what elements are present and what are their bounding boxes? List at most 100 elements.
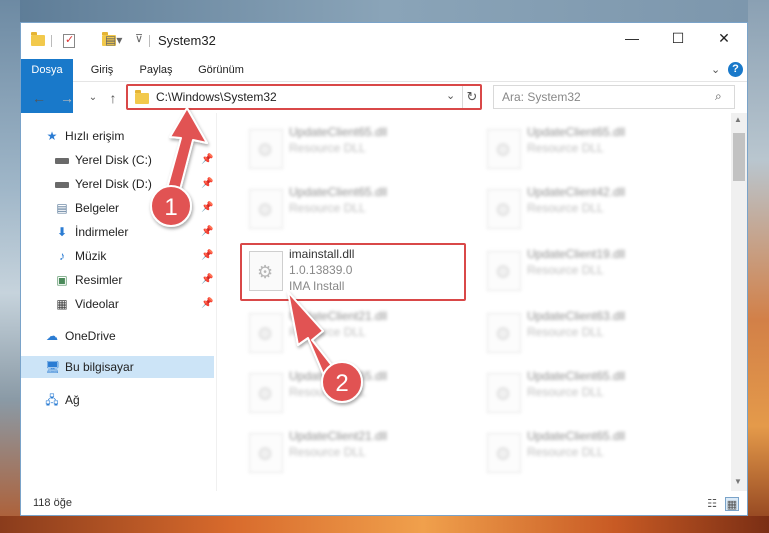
pin-icon[interactable]: 📌 — [201, 149, 213, 171]
sidebar-item-label: Yerel Disk (D:) — [75, 177, 152, 191]
properties-icon[interactable] — [63, 33, 75, 48]
documents-icon: ▤ — [56, 201, 68, 215]
pin-icon[interactable]: 📌 — [201, 245, 213, 267]
file-name: UpdateClient42.dll — [527, 185, 626, 199]
sidebar-item-label: Müzik — [75, 249, 107, 263]
minimize-button[interactable]: — — [609, 23, 655, 53]
scroll-thumb[interactable] — [733, 133, 745, 181]
sidebar-item-downloads[interactable]: ⬇ İndirmeler 📌 — [21, 221, 214, 243]
sidebar-item-label: Yerel Disk (C:) — [75, 153, 152, 167]
drive-icon — [55, 182, 69, 188]
file-highlight-box — [240, 243, 466, 301]
downloads-icon: ⬇ — [56, 225, 68, 239]
scroll-up-icon[interactable]: ▲ — [734, 115, 742, 124]
pin-icon[interactable]: 📌 — [201, 293, 213, 315]
file-explorer-window: ▤▾ ⊽ System32 — ☐ ✕ Dosya Giriş Paylaş G… — [20, 22, 748, 516]
file-description: Resource DLL — [527, 385, 604, 399]
title-separator — [51, 35, 52, 47]
minimize-icon: — — [625, 30, 639, 46]
computer-icon: 🖥 — [45, 360, 61, 374]
file-item[interactable]: UpdateClient65.dll Resource DLL — [237, 121, 467, 177]
up-button[interactable]: ↑ — [103, 87, 123, 109]
address-highlight-box — [126, 84, 482, 110]
sidebar-item-documents[interactable]: ▤ Belgeler 📌 — [21, 197, 214, 219]
desktop-background-bottom — [0, 516, 769, 533]
vertical-scrollbar[interactable]: ▲ ▼ — [731, 113, 747, 491]
sidebar-item-label: Resimler — [75, 273, 123, 287]
sidebar-item-videos[interactable]: ▦ Videolar 📌 — [21, 293, 214, 315]
help-icon[interactable]: ? — [728, 62, 743, 77]
file-item[interactable]: UpdateClient65.dll Resource DLL — [475, 121, 705, 177]
sidebar-this-pc-label: Bu bilgisayar — [65, 360, 134, 374]
sidebar-onedrive[interactable]: ☁ OneDrive — [21, 325, 214, 347]
title-separator-2 — [149, 35, 150, 47]
file-name: UpdateClient21.dll — [289, 429, 388, 443]
videos-icon: ▦ — [56, 297, 68, 311]
tiles-view-icon[interactable]: ▦ — [725, 497, 739, 511]
sidebar-item-music[interactable]: ♪ Müzik 📌 — [21, 245, 214, 267]
tab-home[interactable]: Giriş — [79, 59, 125, 82]
dll-file-icon — [487, 129, 521, 169]
network-icon: 🖧 — [45, 393, 59, 407]
file-name: UpdateClient19.dll — [527, 247, 626, 261]
sidebar-quick-access-label: Hızlı erişim — [65, 129, 125, 143]
file-item[interactable]: UpdateClient65.dll Resource DLL — [475, 365, 705, 421]
recent-locations-button[interactable]: ⌄ — [83, 87, 103, 109]
file-item[interactable]: UpdateClient42.dll Resource DLL — [475, 181, 705, 237]
file-name: UpdateClient63.dll — [527, 309, 626, 323]
file-name: UpdateClient21.dll — [289, 309, 388, 323]
dll-file-icon — [249, 433, 283, 473]
forward-button[interactable]: → — [57, 87, 77, 109]
sidebar-item-label: İndirmeler — [75, 225, 129, 239]
dll-file-icon — [487, 189, 521, 229]
dll-file-icon — [487, 251, 521, 291]
file-description: Resource DLL — [527, 141, 604, 155]
file-item[interactable]: UpdateClient65.dll Resource DLL — [237, 181, 467, 237]
sidebar-item-pictures[interactable]: ▣ Resimler 📌 — [21, 269, 214, 291]
sidebar-this-pc[interactable]: 🖥 Bu bilgisayar — [21, 356, 214, 378]
file-name: UpdateClient65.dll — [289, 369, 388, 383]
file-name: UpdateClient65.dll — [527, 429, 626, 443]
close-button[interactable]: ✕ — [701, 23, 747, 53]
file-item[interactable]: UpdateClient21.dll Resource DLL — [237, 425, 467, 481]
file-item[interactable]: UpdateClient19.dll Resource DLL — [475, 243, 705, 299]
file-item[interactable]: UpdateClient21.dll Resource DLL — [237, 305, 467, 361]
search-icon[interactable]: ⌕ — [715, 89, 722, 104]
sidebar-item-drive-d[interactable]: Yerel Disk (D:) 📌 — [21, 173, 214, 195]
drive-icon — [55, 158, 69, 164]
quick-access-dropdown-icon[interactable]: ⊽ — [135, 32, 143, 48]
pin-icon[interactable]: 📌 — [201, 269, 213, 291]
details-view-icon[interactable]: ☷ — [705, 497, 719, 511]
pin-icon[interactable]: 📌 — [201, 197, 213, 219]
expand-ribbon-icon[interactable]: ⌄ — [711, 63, 720, 76]
cloud-icon: ☁ — [46, 329, 58, 343]
status-bar: 118 öğe ☷ ▦ — [21, 493, 747, 515]
search-box[interactable]: Ara: System32 ⌕ — [493, 85, 735, 109]
file-name: UpdateClient65.dll — [289, 185, 388, 199]
dll-file-icon — [249, 373, 283, 413]
sidebar-quick-access[interactable]: ★ Hızlı erişim — [21, 125, 214, 147]
file-description: Resource DLL — [527, 325, 604, 339]
back-button[interactable]: ← — [29, 87, 49, 109]
file-description: Resource DLL — [289, 141, 366, 155]
tab-view[interactable]: Görünüm — [189, 59, 253, 82]
dll-file-icon — [249, 129, 283, 169]
tab-share[interactable]: Paylaş — [129, 59, 183, 82]
customize-icon[interactable]: ▤▾ — [105, 33, 123, 49]
item-count: 118 öğe — [33, 497, 72, 509]
scroll-down-icon[interactable]: ▼ — [734, 477, 742, 486]
sidebar-network[interactable]: 🖧 Ağ — [21, 389, 214, 411]
pin-icon[interactable]: 📌 — [201, 221, 213, 243]
file-item[interactable]: UpdateClient65.dll Resource DLL — [475, 425, 705, 481]
file-description: Resource DLL — [527, 263, 604, 277]
file-item[interactable]: UpdateClient63.dll Resource DLL — [475, 305, 705, 361]
dll-file-icon — [249, 189, 283, 229]
window-title: System32 — [158, 33, 216, 48]
file-item[interactable]: UpdateClient65.dll Resource DLL — [237, 365, 467, 421]
file-name: UpdateClient65.dll — [527, 369, 626, 383]
pin-icon[interactable]: 📌 — [201, 173, 213, 195]
maximize-button[interactable]: ☐ — [655, 23, 701, 53]
file-description: Resource DLL — [289, 385, 366, 399]
sidebar-network-label: Ağ — [65, 393, 80, 407]
sidebar-item-drive-c[interactable]: Yerel Disk (C:) 📌 — [21, 149, 214, 171]
